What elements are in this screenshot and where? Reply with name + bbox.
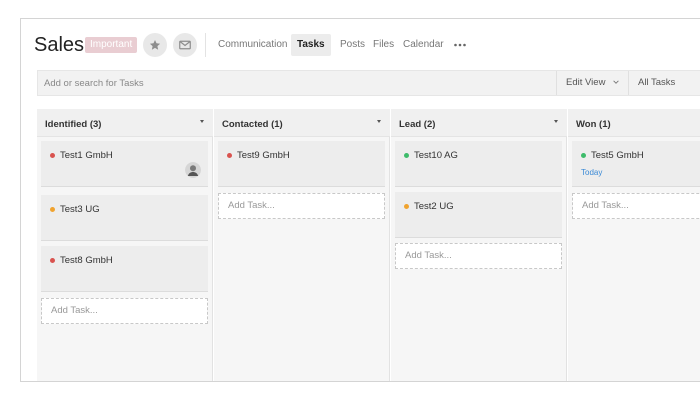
- add-task-field[interactable]: Add Task...: [218, 193, 385, 219]
- caret-down-icon[interactable]: [200, 120, 204, 123]
- column-title: Contacted (1): [222, 119, 283, 130]
- column-header: Identified (3): [37, 109, 213, 137]
- task-card-title: Test9 GmbH: [237, 150, 290, 161]
- caret-down-icon[interactable]: [377, 120, 381, 123]
- task-card-title: Test8 GmbH: [60, 255, 113, 266]
- column-won: Won (1) Test5 GmbH Today Add Task...: [568, 109, 700, 381]
- page-header: Sales Important Communication Tasks Post…: [21, 19, 700, 69]
- task-card[interactable]: Test2 UG: [395, 192, 562, 238]
- column-title: Lead (2): [399, 119, 436, 130]
- task-card-title: Test2 UG: [414, 201, 454, 212]
- column-header: Lead (2): [391, 109, 567, 137]
- kanban-board: Identified (3) Test1 GmbH Test3 UG Test8…: [37, 109, 700, 381]
- status-dot: [581, 153, 586, 158]
- add-task-field[interactable]: Add Task...: [395, 243, 562, 269]
- favorite-button[interactable]: [143, 33, 167, 57]
- header-divider: [205, 33, 206, 57]
- task-card-title: Test10 AG: [414, 150, 458, 161]
- more-icon[interactable]: [453, 38, 467, 52]
- task-card-title: Test5 GmbH: [591, 150, 644, 161]
- mail-icon: [179, 40, 191, 50]
- status-dot: [404, 204, 409, 209]
- all-tasks-button[interactable]: All Tasks: [638, 71, 675, 95]
- avatar[interactable]: [185, 162, 201, 178]
- task-card[interactable]: Test8 GmbH: [41, 246, 208, 292]
- task-card[interactable]: Test10 AG: [395, 141, 562, 187]
- chevron-down-icon: [613, 80, 619, 85]
- tab-communication[interactable]: Communication: [212, 34, 293, 56]
- tab-tasks[interactable]: Tasks: [291, 34, 331, 56]
- status-dot: [50, 207, 55, 212]
- column-contacted: Contacted (1) Test9 GmbH Add Task...: [214, 109, 390, 381]
- page-title: Sales: [34, 34, 85, 56]
- column-title: Won (1): [576, 119, 611, 130]
- column-identified: Identified (3) Test1 GmbH Test3 UG Test8…: [37, 109, 213, 381]
- column-header: Won (1): [568, 109, 700, 137]
- edit-view-label: Edit View: [566, 77, 606, 88]
- app-window: Sales Important Communication Tasks Post…: [20, 18, 700, 382]
- caret-down-icon[interactable]: [554, 120, 558, 123]
- task-card[interactable]: Test3 UG: [41, 195, 208, 241]
- toolbar-divider: [628, 71, 629, 95]
- status-dot: [404, 153, 409, 158]
- toolbar-divider: [556, 71, 557, 95]
- tab-posts[interactable]: Posts: [334, 34, 371, 56]
- column-title: Identified (3): [45, 119, 102, 130]
- tab-files[interactable]: Files: [367, 34, 400, 56]
- star-icon: [149, 40, 161, 50]
- email-button[interactable]: [173, 33, 197, 57]
- task-card[interactable]: Test9 GmbH: [218, 141, 385, 187]
- edit-view-button[interactable]: Edit View: [566, 71, 624, 95]
- status-dot: [227, 153, 232, 158]
- task-card-title: Test1 GmbH: [60, 150, 113, 161]
- add-task-field[interactable]: Add Task...: [572, 193, 700, 219]
- tab-calendar[interactable]: Calendar: [397, 34, 450, 56]
- column-header: Contacted (1): [214, 109, 390, 137]
- task-search-input[interactable]: [38, 71, 556, 95]
- task-card-title: Test3 UG: [60, 204, 100, 215]
- status-dot: [50, 258, 55, 263]
- task-toolbar: Edit View All Tasks: [37, 70, 700, 96]
- task-card[interactable]: Test5 GmbH Today: [572, 141, 700, 187]
- important-badge[interactable]: Important: [85, 37, 138, 53]
- status-dot: [50, 153, 55, 158]
- task-card[interactable]: Test1 GmbH: [41, 141, 208, 187]
- column-lead: Lead (2) Test10 AG Test2 UG Add Task...: [391, 109, 567, 381]
- due-date-link[interactable]: Today: [581, 168, 602, 177]
- add-task-field[interactable]: Add Task...: [41, 298, 208, 324]
